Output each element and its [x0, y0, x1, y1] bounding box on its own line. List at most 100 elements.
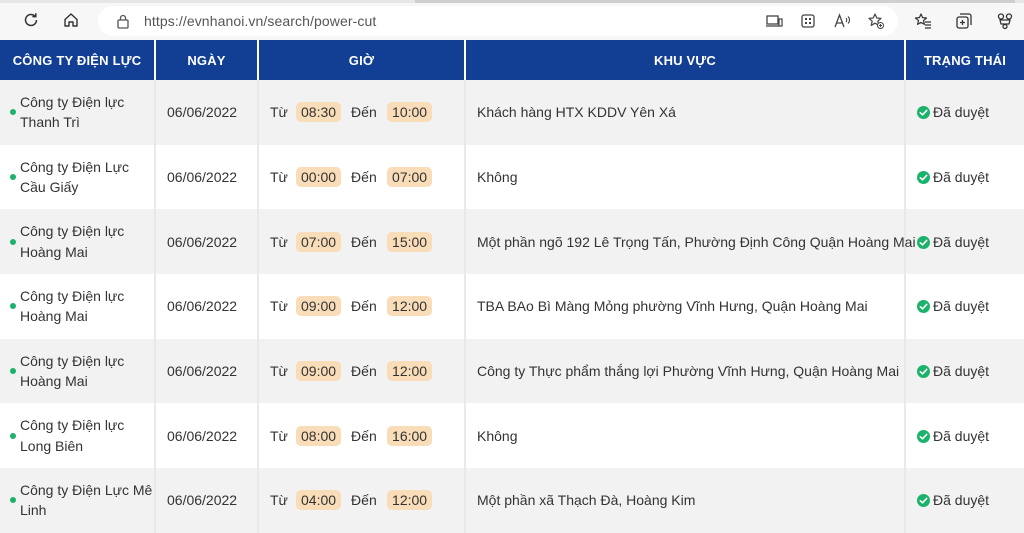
table-row: Công ty Điện lực Hoàng Mai 06/06/2022 Từ…	[0, 338, 1024, 404]
status-text: Đã duyệt	[933, 298, 990, 315]
from-time-badge: 08:00	[296, 425, 342, 446]
area-cell: Một phần ngõ 192 Lê Trọng Tấn, Phường Đị…	[465, 209, 916, 275]
to-label: Đến	[351, 427, 377, 444]
company-line-1: Công ty Điện Lực Mê	[20, 481, 153, 498]
company-line-1: Công ty Điện Lực	[20, 158, 129, 175]
read-view-icon[interactable]	[765, 12, 783, 30]
check-circle-icon	[917, 106, 930, 120]
power-cut-table: CÔNG TY ĐIỆN LỰC NGÀY GIỜ KHU VỰC TRẠNG …	[0, 40, 1024, 533]
company-name: Công ty Điện lực Hoàng Mai	[0, 286, 154, 327]
from-time-badge: 04:00	[296, 490, 342, 511]
status-cell: Đã duyệt	[905, 274, 1024, 339]
bullet-dot-icon	[10, 497, 16, 504]
company-line-2: Long Biên	[20, 437, 84, 454]
company-line-2: Linh	[20, 502, 47, 519]
company-line-1: Công ty Điện lực	[20, 352, 125, 369]
company-name: Công ty Điện Lực Cầu Giấy	[0, 157, 154, 198]
status-text: Đã duyệt	[933, 104, 990, 121]
to-label: Đến	[351, 104, 377, 121]
header-time: GIỜ	[258, 40, 466, 80]
area-cell: Khách hàng HTX KDDV Yên Xá	[465, 80, 906, 145]
to-label: Đến	[351, 363, 377, 380]
lock-icon[interactable]	[112, 10, 134, 32]
table-row: Công ty Điện lực Hoàng Mai 06/06/2022 Từ…	[0, 209, 1024, 275]
table-row: Công ty Điện lực Long Biên 06/06/2022 Từ…	[0, 403, 1024, 469]
area-cell: Không	[465, 144, 906, 210]
from-time-badge: 07:00	[296, 231, 342, 252]
company-cell: Công ty Điện lực Long Biên	[0, 403, 156, 469]
from-label: Từ	[270, 363, 288, 380]
date-cell: 06/06/2022	[155, 274, 259, 339]
address-bar[interactable]: https://evnhanoi.vn/search/power-cut	[98, 6, 898, 36]
refresh-icon[interactable]	[20, 9, 42, 31]
from-label: Từ	[270, 169, 288, 186]
from-time-badge: 08:30	[296, 102, 342, 123]
date-cell: 06/06/2022	[155, 403, 259, 469]
time-cell: Từ 08:30 Đến 10:00	[258, 80, 466, 145]
company-line-2: Hoàng Mai	[20, 243, 88, 260]
status-text: Đã duyệt	[933, 169, 990, 186]
area-cell: Không	[465, 403, 906, 469]
tab-strip	[0, 0, 1024, 3]
header-date: NGÀY	[155, 40, 259, 80]
company-cell: Công ty Điện lực Hoàng Mai	[0, 338, 156, 404]
date-cell: 06/06/2022	[155, 209, 259, 275]
company-cell: Công ty Điện Lực Mê Linh	[0, 468, 156, 533]
date-cell: 06/06/2022	[155, 338, 259, 404]
table-row: Công ty Điện lực Thanh Trì 06/06/2022 Từ…	[0, 80, 1024, 145]
to-time-badge: 10:00	[387, 102, 433, 123]
time-cell: Từ 09:00 Đến 12:00	[258, 338, 466, 404]
company-cell: Công ty Điện Lực Cầu Giấy	[0, 144, 156, 210]
company-line-1: Công ty Điện lực	[20, 93, 125, 110]
extensions-icon[interactable]	[996, 12, 1014, 30]
browser-toolbar: https://evnhanoi.vn/search/power-cut	[0, 0, 1024, 40]
area-cell: TBA BAo Bì Màng Mỏng phường Vĩnh Hưng, Q…	[465, 274, 906, 339]
company-line-1: Công ty Điện lực	[20, 417, 125, 434]
from-time-badge: 00:00	[296, 167, 342, 188]
from-time-badge: 09:00	[296, 361, 342, 382]
status-text: Đã duyệt	[933, 363, 990, 380]
from-label: Từ	[270, 298, 288, 315]
status-text: Đã duyệt	[933, 233, 990, 250]
time-cell: Từ 04:00 Đến 12:00	[258, 468, 466, 533]
check-circle-icon	[917, 235, 930, 249]
apps-icon[interactable]	[799, 12, 817, 30]
to-time-badge: 15:00	[387, 231, 433, 252]
time-cell: Từ 07:00 Đến 15:00	[258, 209, 466, 275]
home-icon[interactable]	[60, 9, 82, 31]
favorite-add-icon[interactable]	[867, 12, 885, 30]
url-text[interactable]: https://evnhanoi.vn/search/power-cut	[144, 13, 376, 29]
company-cell: Công ty Điện lực Thanh Trì	[0, 80, 156, 145]
header-area: KHU VỰC	[465, 40, 906, 80]
collections-icon[interactable]	[955, 12, 973, 30]
from-label: Từ	[270, 233, 288, 250]
from-label: Từ	[270, 104, 288, 121]
table-row: Công ty Điện lực Hoàng Mai 06/06/2022 Từ…	[0, 274, 1024, 339]
to-time-badge: 16:00	[387, 425, 433, 446]
status-cell: Đã duyệt	[905, 144, 1024, 210]
company-line-1: Công ty Điện lực	[20, 287, 125, 304]
check-circle-icon	[917, 171, 930, 185]
header-company: CÔNG TY ĐIỆN LỰC	[0, 40, 156, 80]
status-text: Đã duyệt	[933, 492, 990, 509]
status-cell: Đã duyệt	[905, 338, 1024, 404]
check-circle-icon	[917, 300, 930, 314]
check-circle-icon	[917, 365, 930, 379]
check-circle-icon	[917, 429, 930, 443]
table-body: Công ty Điện lực Thanh Trì 06/06/2022 Từ…	[0, 80, 1024, 533]
status-cell: Đã duyệt	[905, 80, 1024, 145]
status-cell: Đã duyệt	[905, 468, 1024, 533]
bullet-dot-icon	[10, 432, 16, 439]
company-name: Công ty Điện lực Long Biên	[0, 415, 154, 456]
read-aloud-icon[interactable]	[833, 12, 851, 30]
from-label: Từ	[270, 427, 288, 444]
company-line-2: Hoàng Mai	[20, 308, 88, 325]
company-line-1: Công ty Điện lực	[20, 223, 125, 240]
company-cell: Công ty Điện lực Hoàng Mai	[0, 209, 156, 275]
favorites-icon[interactable]	[914, 12, 932, 30]
to-time-badge: 12:00	[387, 490, 433, 511]
date-cell: 06/06/2022	[155, 468, 259, 533]
active-tab-edge	[415, 0, 1015, 3]
bullet-dot-icon	[10, 368, 16, 375]
to-label: Đến	[351, 169, 377, 186]
